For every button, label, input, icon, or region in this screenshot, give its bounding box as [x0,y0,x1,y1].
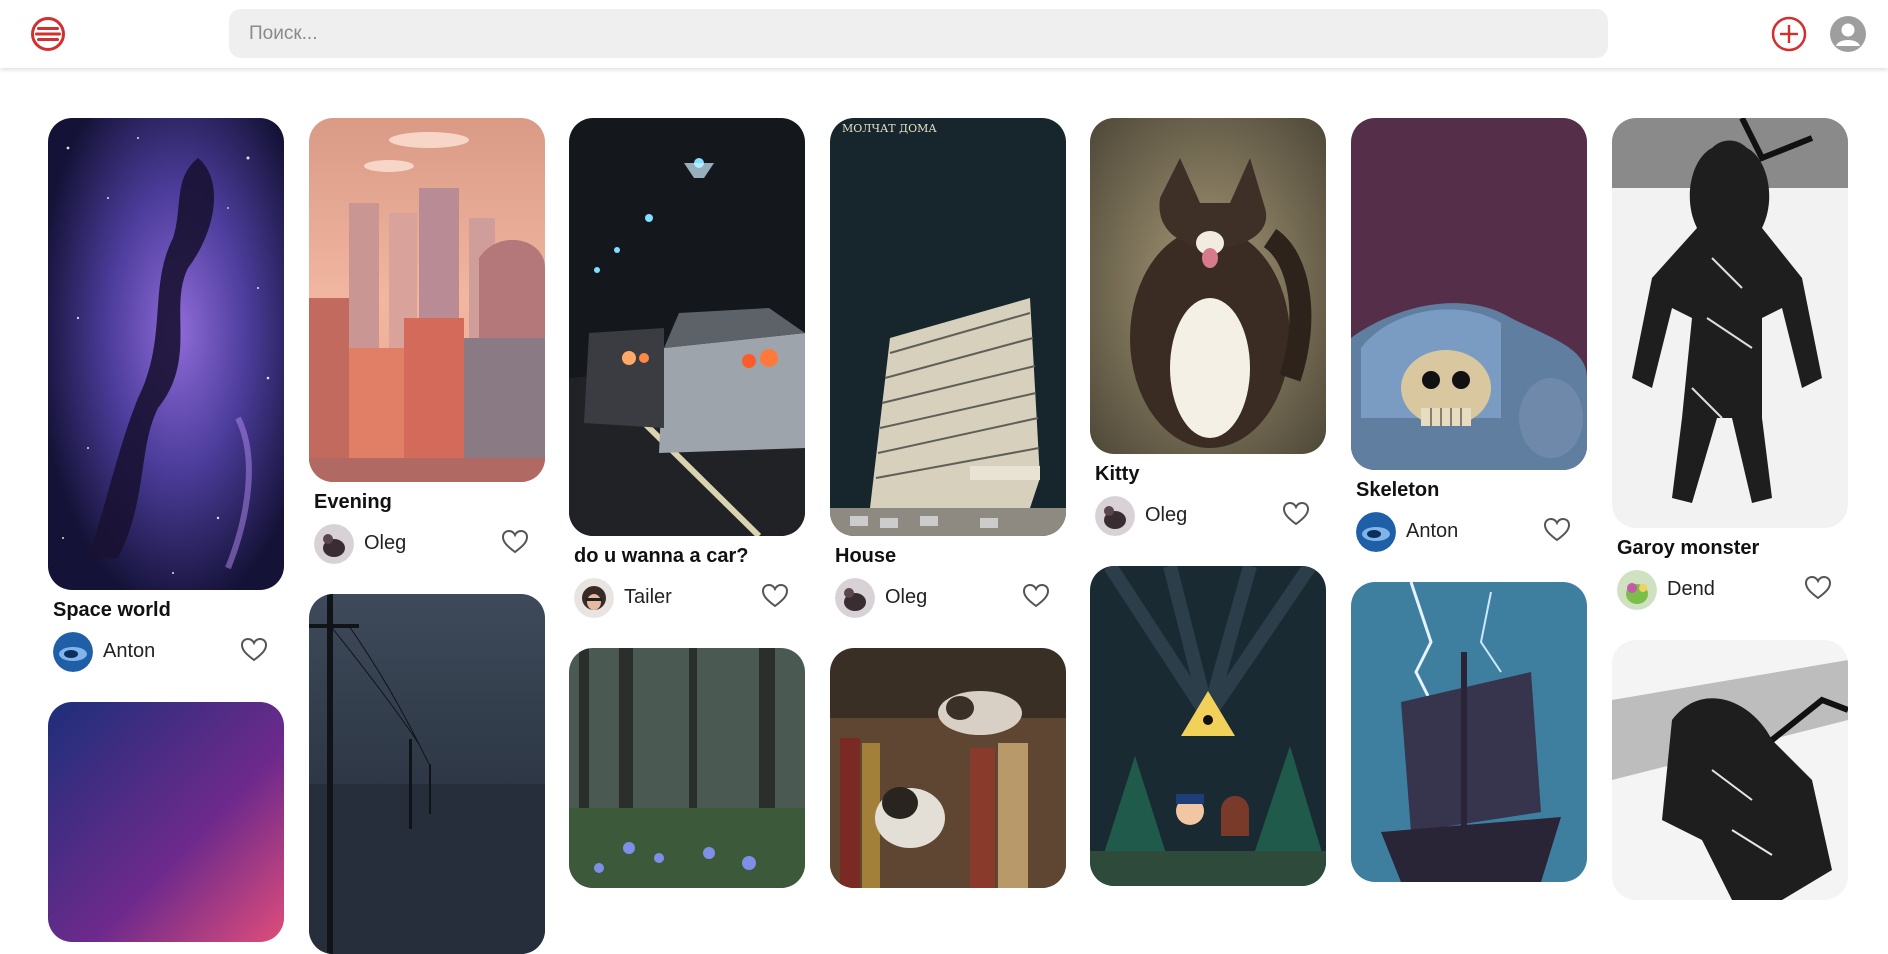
profile-icon[interactable] [1830,16,1866,52]
pin-image-sunset[interactable] [48,702,284,942]
pin-column: Evening Oleg [309,118,545,954]
pin-title: Space world [53,599,171,621]
heart-icon[interactable] [761,582,789,610]
image-caption-text: МОЛЧАТ ДОМА [842,122,937,135]
pin-image-evening-city[interactable] [309,118,545,482]
pin-title: Kitty [1095,463,1140,485]
author-name[interactable]: Anton [1406,520,1458,543]
author-name[interactable]: Dend [1667,578,1715,601]
search-input[interactable] [229,9,1608,58]
pin-card[interactable] [309,594,545,954]
pin-card[interactable]: МОЛЧАТ ДОМА House Oleg [830,118,1066,618]
pin-card[interactable] [1612,640,1848,900]
pin-card[interactable] [830,648,1066,888]
pin-title: Evening [314,491,392,513]
author-name[interactable]: Oleg [364,532,406,555]
author-avatar[interactable] [574,578,614,618]
pin-card[interactable]: Evening Oleg [309,118,545,564]
pin-image-cats-painting[interactable] [830,648,1066,888]
heart-icon[interactable] [1282,500,1310,528]
pin-title: Skeleton [1356,479,1440,501]
pin-column: МОЛЧАТ ДОМА House Oleg [830,118,1066,888]
pin-image-forest[interactable] [569,648,805,888]
pin-meta: Oleg [1090,494,1326,536]
pin-card[interactable]: Kitty Oleg [1090,118,1326,536]
heart-icon[interactable] [1022,582,1050,610]
heart-icon[interactable] [1804,574,1832,602]
add-pin-button[interactable] [1771,16,1807,52]
pin-image-night-car[interactable] [569,118,805,536]
heart-icon[interactable] [501,528,529,556]
pin-title: House [835,545,897,567]
pin-image-kitty[interactable] [1090,118,1326,454]
pin-card[interactable]: Skeleton Anton [1351,118,1587,552]
pin-meta: Anton [48,630,284,672]
pin-title: Garoy monster [1617,537,1760,559]
author-name[interactable]: Tailer [624,586,672,609]
pin-card[interactable] [48,702,284,942]
pin-card[interactable] [569,648,805,888]
heart-icon[interactable] [240,636,268,664]
pin-meta: Oleg [830,576,1066,618]
pin-card[interactable] [1351,582,1587,882]
top-bar [0,0,1888,68]
pin-column: Space world Anton [48,118,284,942]
pin-card[interactable]: do u wanna a car? Tailer [569,118,805,618]
author-name[interactable]: Oleg [1145,504,1187,527]
pin-meta: Anton [1351,510,1587,552]
heart-icon[interactable] [1543,516,1571,544]
author-avatar[interactable] [1095,496,1135,536]
pin-image-garou-monster[interactable] [1612,118,1848,528]
pin-image-power-lines[interactable] [309,594,545,954]
pin-image-gravity-falls[interactable] [1090,566,1326,886]
pin-title: do u wanna a car? [574,545,749,567]
author-avatar[interactable] [314,524,354,564]
pin-meta: Dend [1612,568,1848,610]
author-avatar[interactable] [835,578,875,618]
pin-meta: Tailer [569,576,805,618]
pin-image-ship-storm[interactable] [1351,582,1587,882]
pin-column: Kitty Oleg [1090,118,1326,886]
author-name[interactable]: Anton [103,640,155,663]
pin-column: Garoy monster Dend [1612,118,1848,900]
pin-image-space-nebula[interactable] [48,118,284,590]
logo-icon[interactable] [30,16,66,52]
author-avatar[interactable] [1617,570,1657,610]
author-avatar[interactable] [1356,512,1396,552]
pin-meta: Oleg [309,522,545,564]
pin-image-skeleton[interactable] [1351,118,1587,470]
pin-column: do u wanna a car? Tailer [569,118,805,888]
author-avatar[interactable] [53,632,93,672]
pin-card[interactable]: Garoy monster Dend [1612,118,1848,610]
pin-card[interactable]: Space world Anton [48,118,284,672]
author-name[interactable]: Oleg [885,586,927,609]
pin-column: Skeleton Anton [1351,118,1587,882]
pin-card[interactable] [1090,566,1326,886]
pin-image-manga-monster[interactable] [1612,640,1848,900]
pin-image-soviet-building[interactable]: МОЛЧАТ ДОМА [830,118,1066,536]
